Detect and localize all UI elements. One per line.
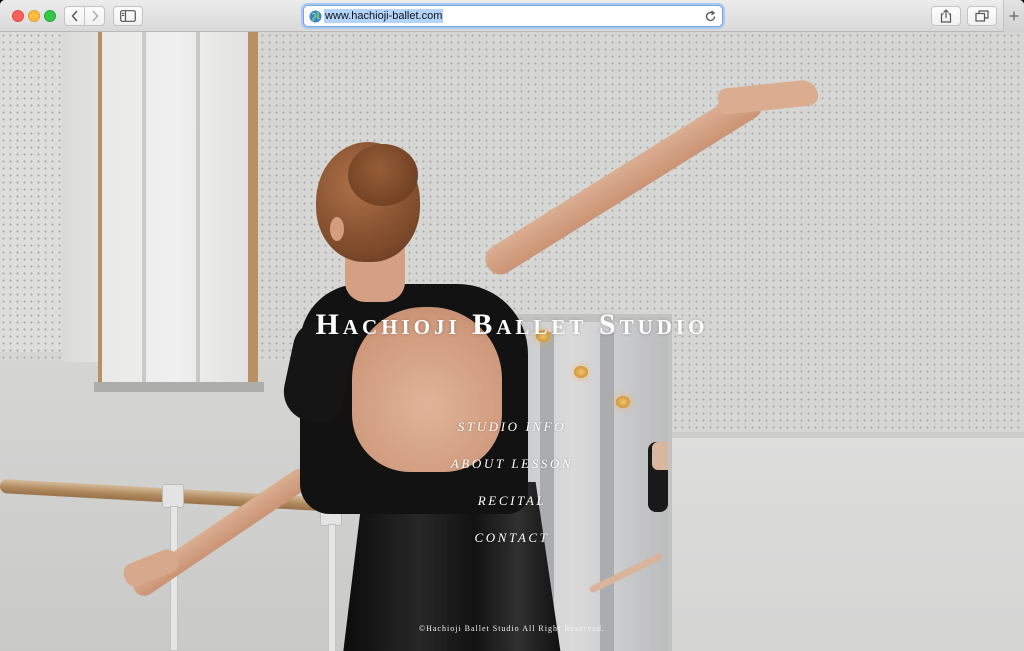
show-tabs-button[interactable]: [967, 6, 997, 26]
web-page: Hachioji Ballet Studio STUDIO INFO ABOUT…: [0, 32, 1024, 651]
close-window-button[interactable]: [12, 10, 24, 22]
sidebar-toggle-button[interactable]: [113, 6, 143, 26]
sidebar-icon: [120, 10, 136, 22]
copyright-text: ©Hachioji Ballet Studio All Right Reserv…: [419, 624, 605, 633]
site-title[interactable]: Hachioji Ballet Studio: [0, 308, 1024, 342]
maximize-window-button[interactable]: [44, 10, 56, 22]
url-text[interactable]: www.hachioji-ballet.com: [324, 9, 444, 23]
nav-contact[interactable]: CONTACT: [0, 529, 1024, 566]
new-tab-button[interactable]: [1003, 0, 1024, 32]
nav-recital[interactable]: RECITAL: [0, 492, 1024, 529]
share-icon: [940, 9, 952, 23]
chevron-left-icon: [71, 10, 78, 22]
main-nav: STUDIO INFO ABOUT LESSON RECITAL CONTACT: [0, 418, 1024, 566]
reload-icon[interactable]: [704, 10, 717, 23]
browser-toolbar: www.hachioji-ballet.com: [0, 0, 1024, 32]
nav-studio-info[interactable]: STUDIO INFO: [0, 418, 1024, 455]
chevron-right-icon: [91, 10, 98, 22]
back-button[interactable]: [64, 6, 85, 26]
share-button[interactable]: [931, 6, 961, 26]
address-bar[interactable]: www.hachioji-ballet.com: [303, 5, 723, 27]
forward-button[interactable]: [84, 6, 105, 26]
globe-icon: [309, 10, 322, 23]
tabs-icon: [975, 10, 989, 22]
browser-window: www.hachioji-ballet.com Hachioji Ballet …: [0, 0, 1024, 651]
plus-icon: [1009, 11, 1019, 21]
minimize-window-button[interactable]: [28, 10, 40, 22]
nav-about-lesson[interactable]: ABOUT LESSON: [0, 455, 1024, 492]
